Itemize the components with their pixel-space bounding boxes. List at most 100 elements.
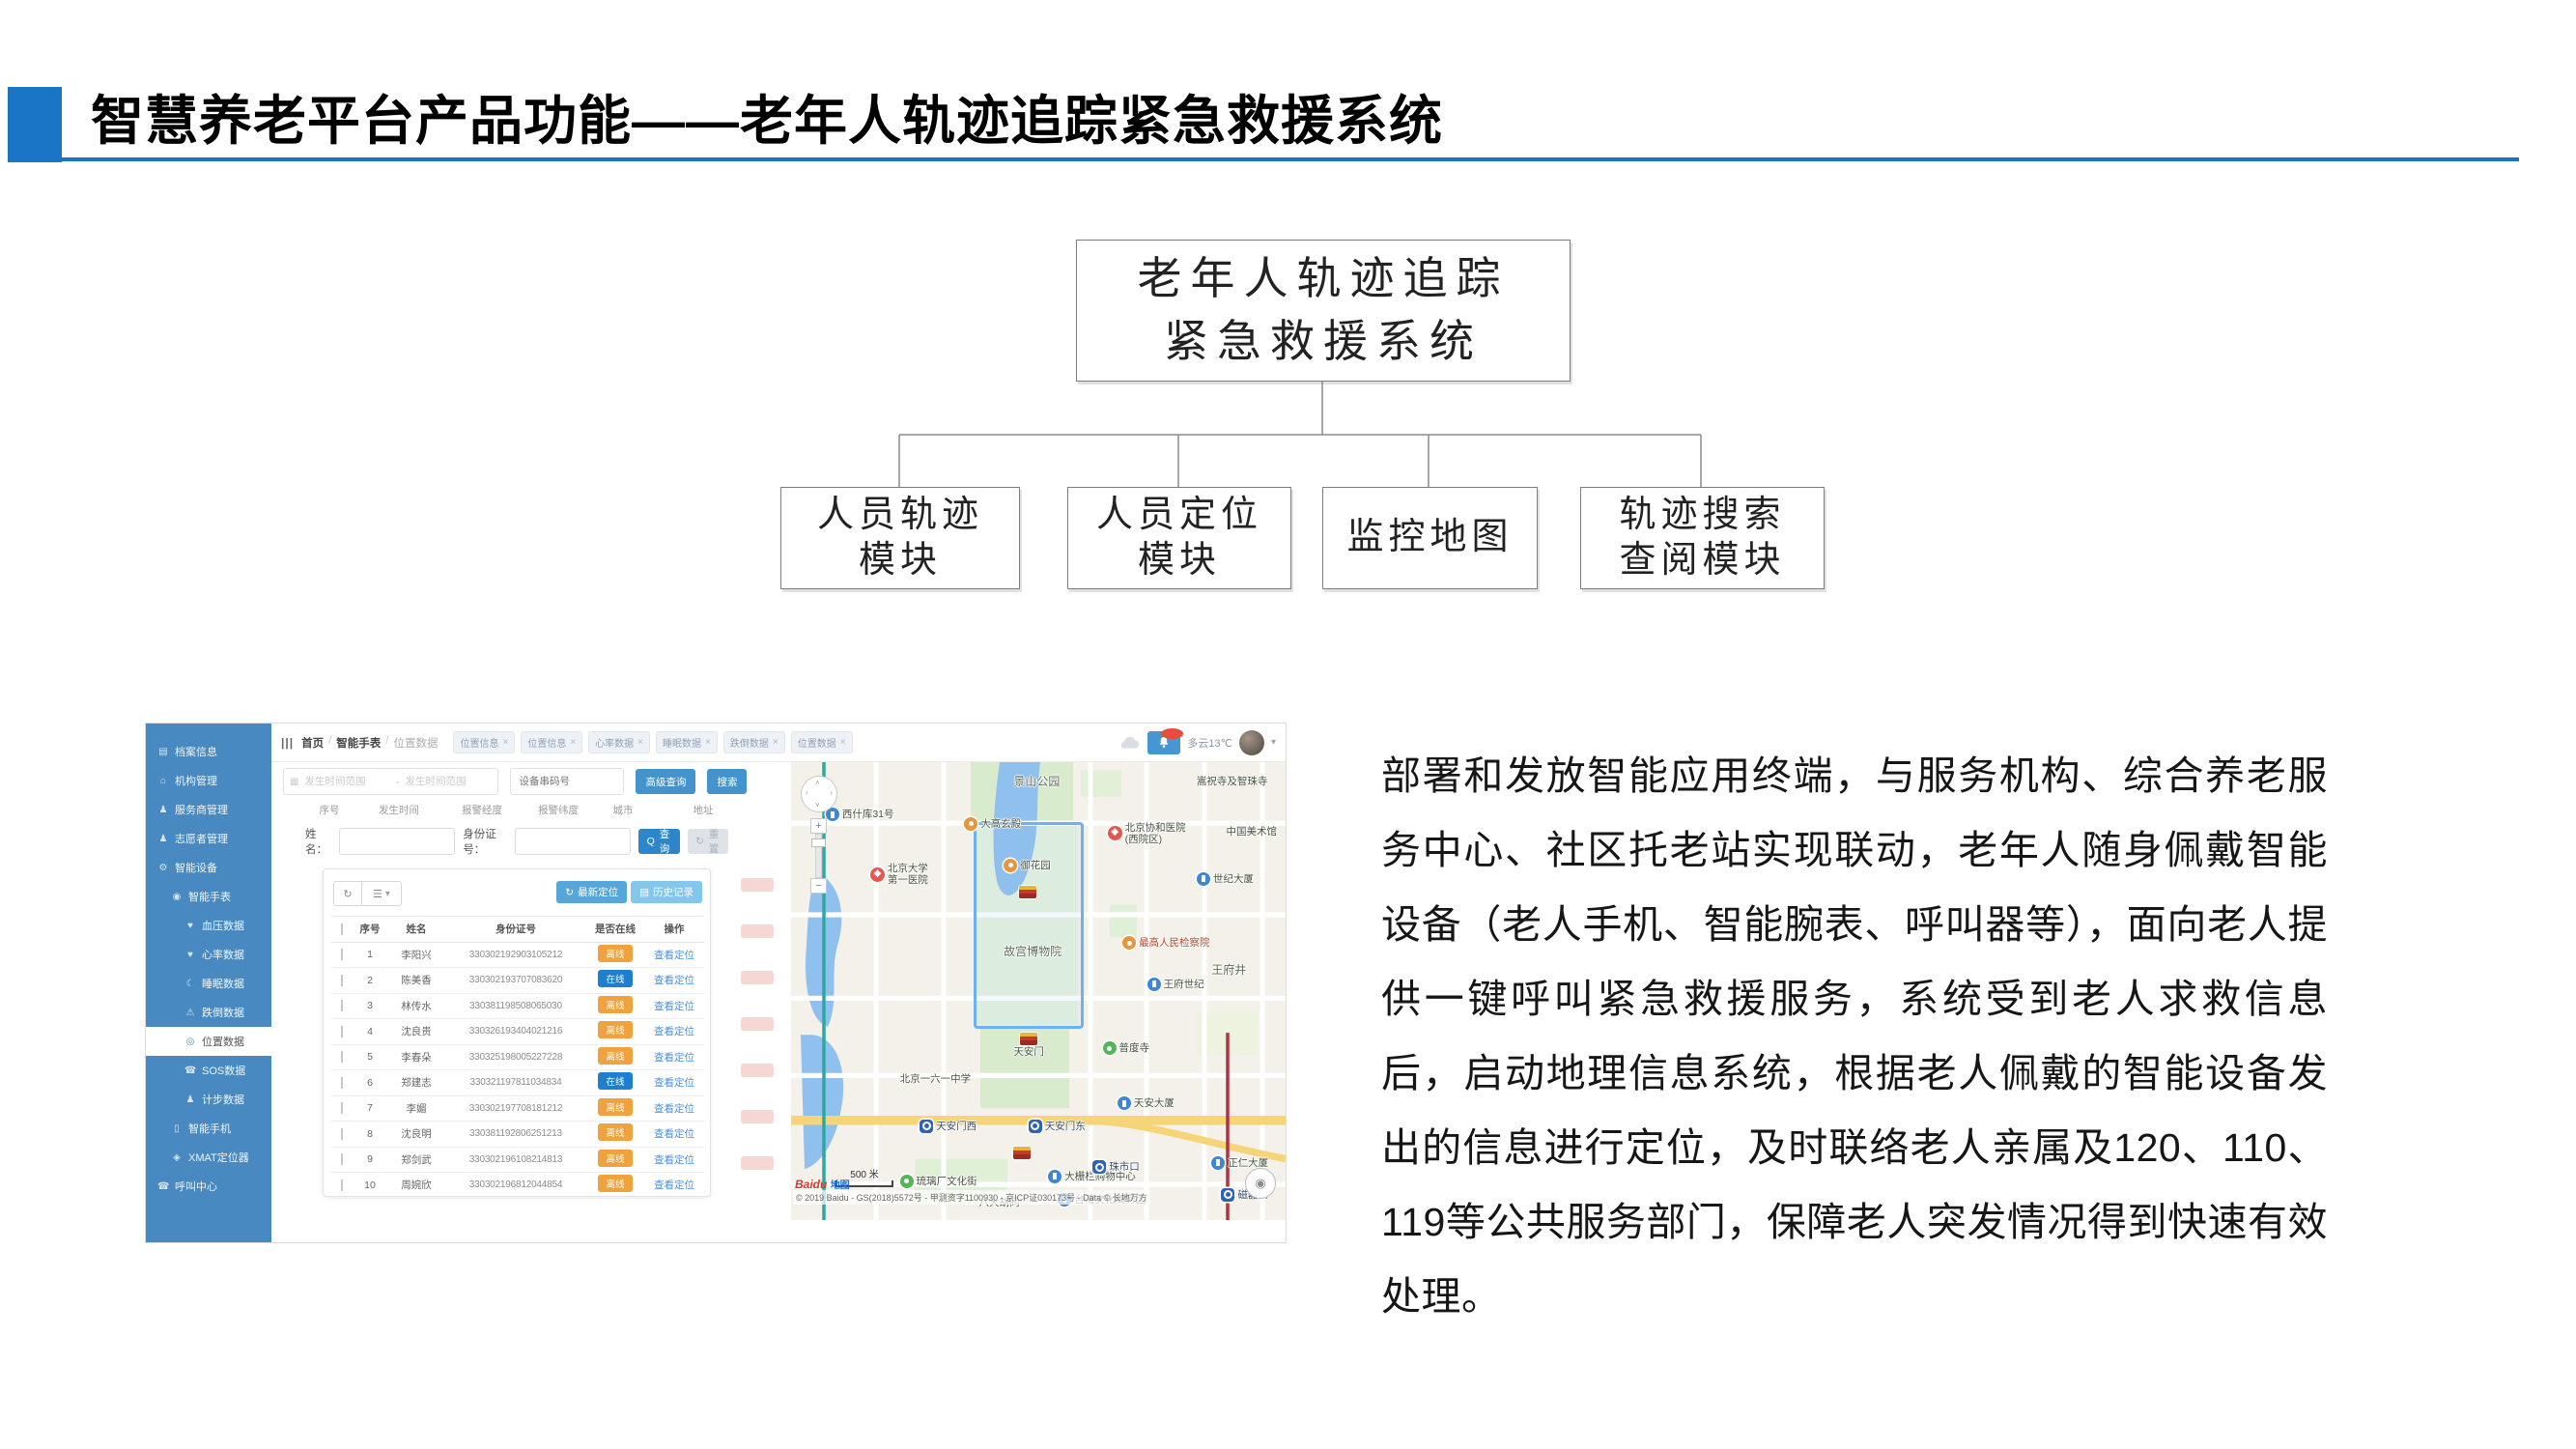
provider-icon: ♟: [157, 805, 169, 815]
zoom-in-button[interactable]: +: [810, 818, 827, 834]
close-icon[interactable]: ×: [502, 737, 508, 748]
map-poi: 普度寺: [1103, 1041, 1150, 1055]
row-checkbox[interactable]: [341, 1153, 343, 1165]
location-icon: ◎: [184, 1037, 196, 1047]
advanced-query-button[interactable]: 高级查询: [636, 769, 695, 794]
close-icon[interactable]: ×: [637, 737, 643, 748]
date-to-input[interactable]: [403, 775, 492, 788]
view-position-link[interactable]: 查看定位: [654, 950, 694, 961]
sidebar-item-计步数据[interactable]: ♟计步数据: [146, 1085, 271, 1114]
tab-chip-睡眠数据[interactable]: 睡眠数据×: [656, 731, 718, 753]
row-checkbox[interactable]: [341, 1051, 343, 1063]
background-status-badge: [741, 1017, 774, 1031]
person-name: 郑剑武: [387, 1152, 445, 1167]
map-poi: 最高人民检察院: [1122, 936, 1210, 950]
weather-cloud-icon: [1118, 735, 1141, 750]
chevron-down-icon[interactable]: ▾: [1271, 737, 1276, 748]
close-icon[interactable]: ×: [840, 737, 846, 748]
row-checkbox[interactable]: [341, 1077, 343, 1089]
view-position-link[interactable]: 查看定位: [654, 1154, 694, 1166]
latest-position-button[interactable]: ↻ 最新定位: [556, 881, 627, 903]
notification-bell-button[interactable]: [1147, 731, 1180, 754]
view-position-link[interactable]: 查看定位: [654, 1103, 694, 1115]
background-table-header: 序号发生时间报警经度报警纬度城市地址: [279, 803, 756, 817]
view-position-link[interactable]: 查看定位: [654, 1179, 694, 1191]
close-icon[interactable]: ×: [570, 737, 576, 748]
view-position-link[interactable]: 查看定位: [654, 1026, 694, 1037]
tab-chip-位置数据[interactable]: 位置数据×: [791, 731, 853, 753]
monitor-map[interactable]: 景山公园嵩祝寺及智珠寺中国美术馆大高玄殿西什库31号+北京大学 第一医院御花园+…: [791, 762, 1286, 1220]
map-poi: 御花园: [1004, 859, 1051, 872]
view-position-link[interactable]: 查看定位: [654, 1128, 694, 1140]
map-poi: 天安门西: [920, 1120, 977, 1133]
palace-icon: [1020, 1033, 1037, 1045]
sidebar-item-位置数据[interactable]: ◎位置数据: [146, 1027, 271, 1056]
bg-column-header: 地址: [650, 803, 756, 817]
view-position-link[interactable]: 查看定位: [654, 1077, 694, 1089]
tab-chip-跌倒数据[interactable]: 跌倒数据×: [723, 731, 785, 753]
diagram-box-track-search-module: 轨迹搜索 查阅模块: [1580, 487, 1825, 589]
history-icon: ▤: [639, 887, 649, 898]
map-poi: 天安大厦: [1118, 1096, 1175, 1110]
reset-button[interactable]: ↻ 重置: [688, 829, 728, 854]
avatar[interactable]: [1239, 730, 1264, 755]
tab-chip-位置信息[interactable]: 位置信息×: [521, 731, 582, 753]
sidebar-item-智能设备[interactable]: ⚙智能设备: [146, 853, 271, 882]
panorama-control[interactable]: ◉: [1245, 1168, 1276, 1199]
row-checkbox[interactable]: [341, 949, 343, 960]
zoom-out-button[interactable]: −: [810, 878, 827, 894]
sidebar-item-XMAT定位器[interactable]: ◈XMAT定位器: [146, 1143, 271, 1172]
person-panel: 姓名： 身份证号： Q 查询 ↻ 重置 ↻: [274, 818, 728, 1207]
select-all-checkbox[interactable]: [341, 923, 343, 935]
sidebar-item-志愿者管理[interactable]: ♟志愿者管理: [146, 824, 271, 853]
watch-icon: ◉: [171, 892, 183, 902]
close-icon[interactable]: ×: [773, 737, 778, 748]
row-checkbox[interactable]: [341, 1128, 343, 1140]
history-records-button[interactable]: ▤ 历史记录: [631, 881, 702, 903]
sidebar-item-智能手表[interactable]: ◉智能手表: [146, 882, 271, 911]
sidebar-collapse-icon[interactable]: |||: [281, 736, 294, 750]
date-range-input[interactable]: ▦ -: [283, 768, 498, 795]
search-button[interactable]: 搜索: [707, 769, 747, 794]
fall-alert-icon: ⚠: [184, 1008, 196, 1018]
device-serial-input[interactable]: [510, 768, 624, 795]
row-checkbox[interactable]: [341, 1000, 343, 1011]
map-pan-control[interactable]: ˄ ˅ ‹ ›: [801, 776, 837, 812]
sidebar-item-机构管理[interactable]: ⌂机构管理: [146, 766, 271, 795]
zoom-slider-handle[interactable]: [811, 838, 826, 847]
tab-chip-位置信息[interactable]: 位置信息×: [453, 731, 515, 753]
temple-marker-icon: [900, 1175, 914, 1188]
column-header: 姓名: [387, 922, 445, 936]
sidebar-item-睡眠数据[interactable]: ☾睡眠数据: [146, 969, 271, 998]
view-position-link[interactable]: 查看定位: [654, 1001, 694, 1012]
view-position-link[interactable]: 查看定位: [654, 1052, 694, 1064]
close-icon[interactable]: ×: [705, 737, 711, 748]
view-position-link[interactable]: 查看定位: [654, 975, 694, 986]
row-checkbox[interactable]: [341, 1179, 343, 1191]
name-input[interactable]: [339, 828, 455, 855]
map-zoom-control[interactable]: + −: [810, 818, 827, 894]
sidebar-item-血压数据[interactable]: ♥血压数据: [146, 911, 271, 940]
breadcrumb-home[interactable]: 首页: [301, 735, 324, 751]
sidebar-item-跌倒数据[interactable]: ⚠跌倒数据: [146, 998, 271, 1027]
date-from-input[interactable]: [302, 775, 391, 788]
query-button[interactable]: Q 查询: [638, 829, 680, 854]
sidebar-item-呼叫中心[interactable]: ☎呼叫中心: [146, 1172, 271, 1201]
id-number-input[interactable]: [515, 828, 631, 855]
sidebar-item-心率数据[interactable]: ♥心率数据: [146, 940, 271, 969]
zoom-slider-track[interactable]: [815, 834, 822, 878]
sidebar-item-label: 档案信息: [175, 744, 217, 759]
sidebar-item-服务商管理[interactable]: ♟服务商管理: [146, 795, 271, 824]
refresh-button[interactable]: ↻: [333, 881, 362, 906]
sidebar-item-SOS数据[interactable]: ☎SOS数据: [146, 1056, 271, 1085]
breadcrumb-watch[interactable]: 智能手表: [336, 735, 381, 751]
map-poi: 天安门: [1013, 1033, 1044, 1058]
id-number: 330381198508065030: [445, 1001, 586, 1011]
sidebar-item-智能手机[interactable]: ▯智能手机: [146, 1114, 271, 1143]
column-filter-dropdown[interactable]: ☰ ▾: [362, 881, 402, 906]
row-checkbox[interactable]: [341, 1102, 343, 1114]
row-checkbox[interactable]: [341, 975, 343, 986]
tab-chip-心率数据[interactable]: 心率数据×: [588, 731, 650, 753]
row-checkbox[interactable]: [341, 1026, 343, 1037]
sidebar-item-档案信息[interactable]: ▤档案信息: [146, 737, 271, 766]
